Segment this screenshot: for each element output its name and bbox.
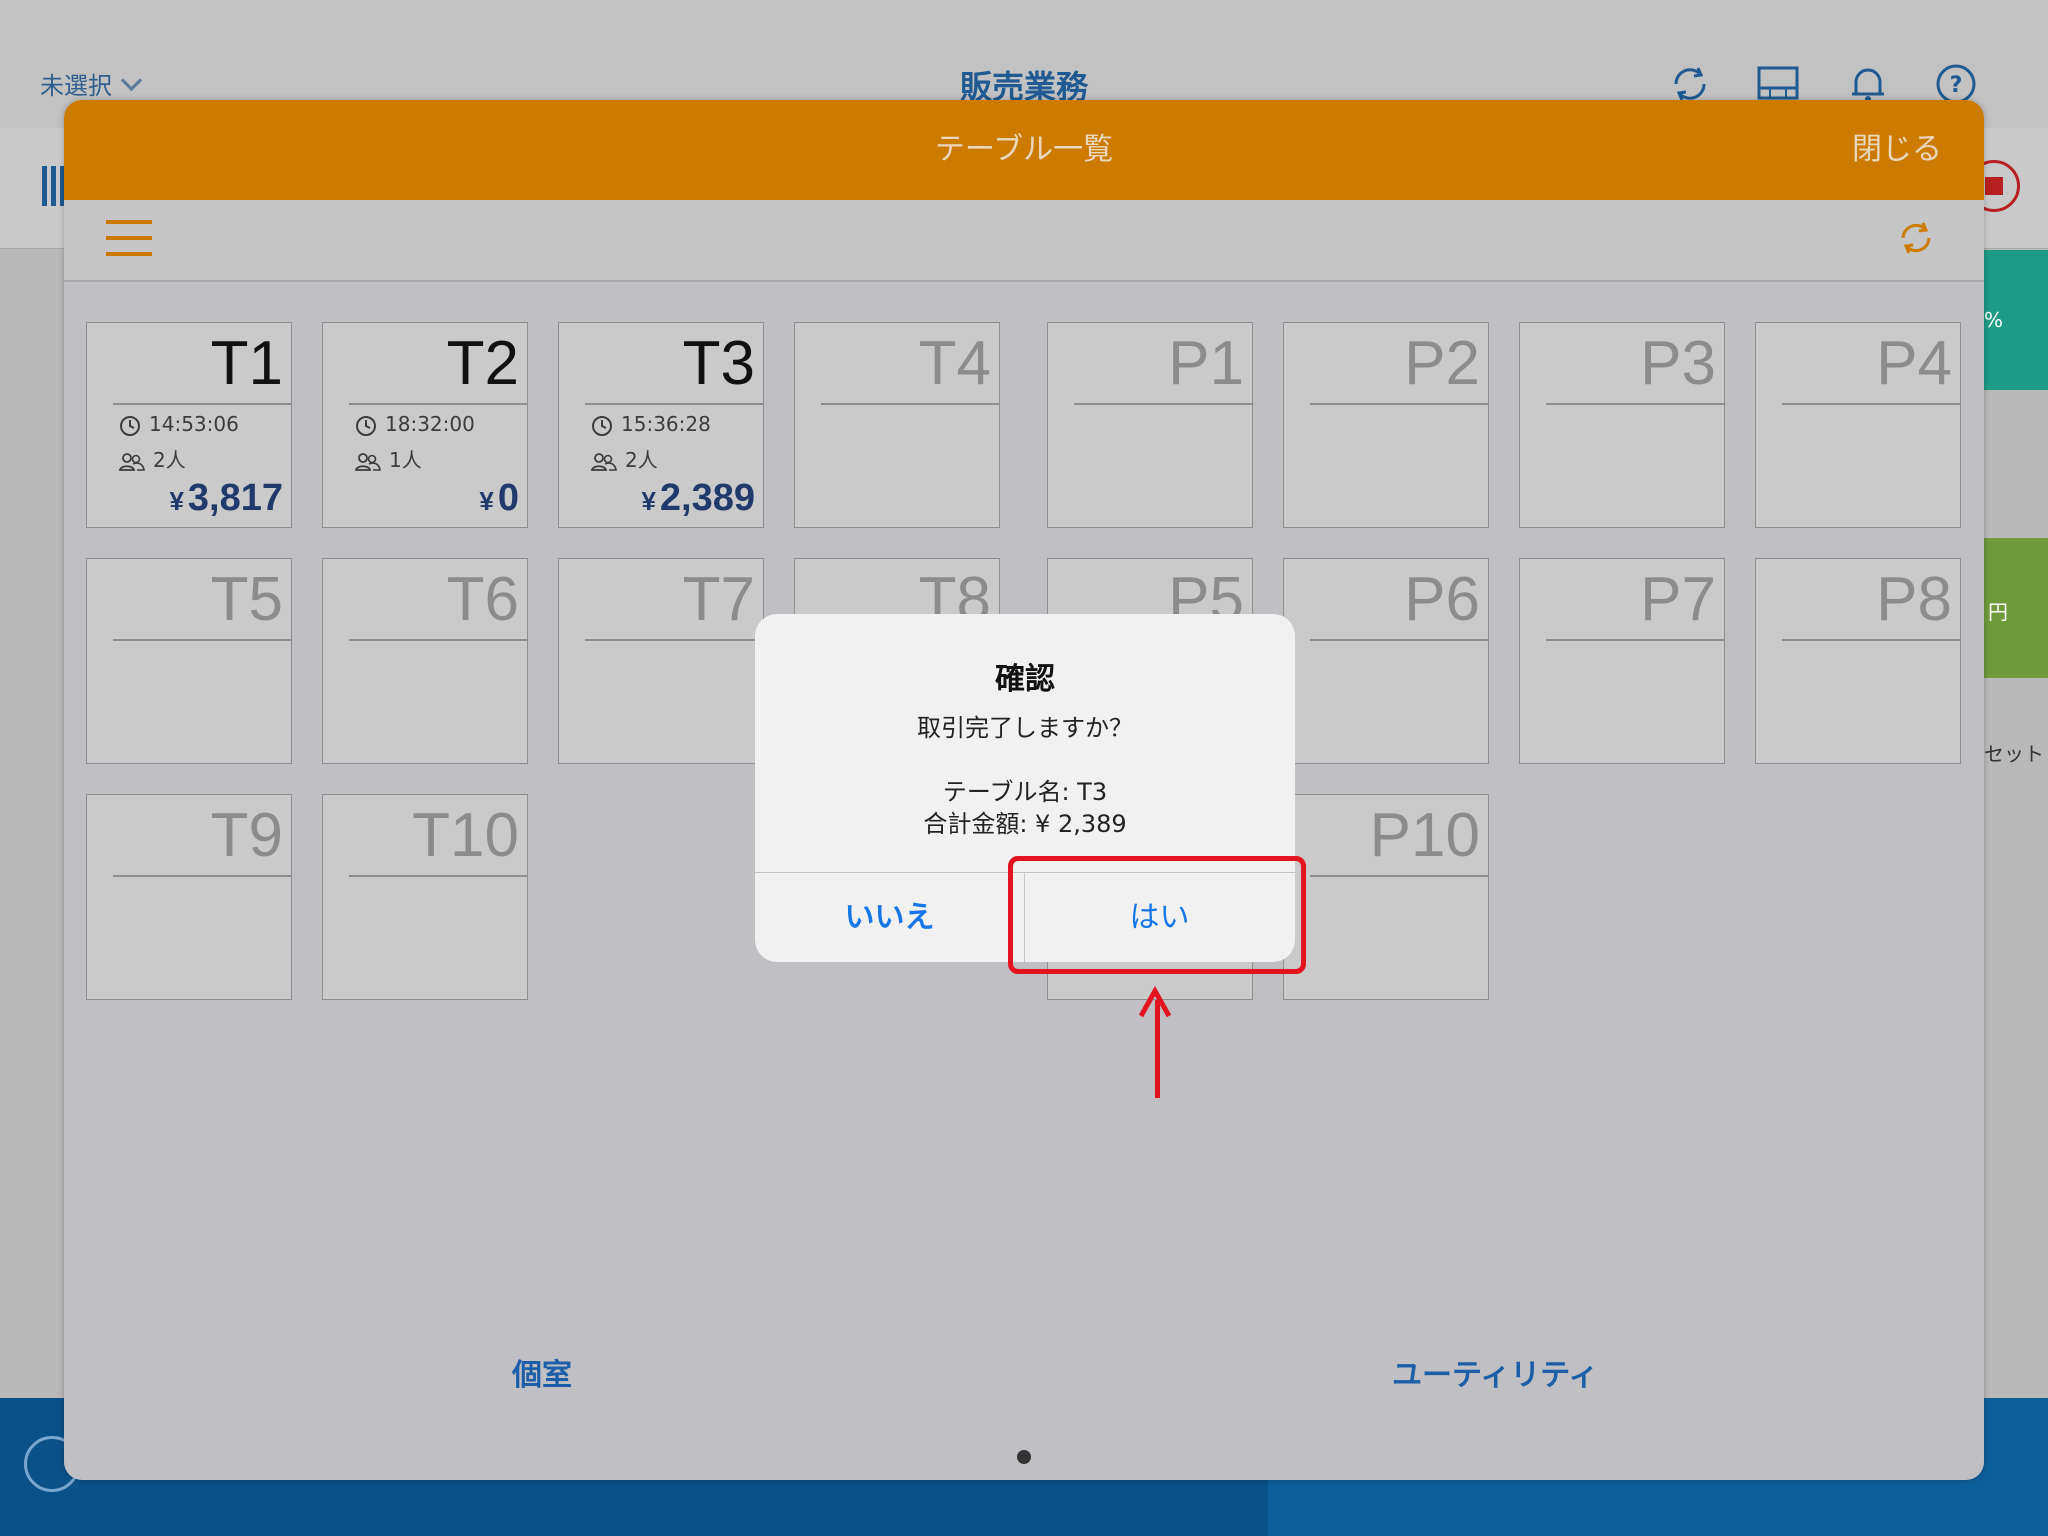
table-divider [349,875,527,877]
dialog-details: テーブル名: T3 合計金額: ¥ 2,389 [755,776,1295,840]
clock-icon [119,412,149,436]
people-icon [355,448,389,472]
page-indicator-dot [1017,1450,1031,1464]
table-tile-p4[interactable]: P4 [1755,322,1961,528]
table-divider [349,403,527,405]
table-name: T2 [446,329,519,398]
discount-percent-button[interactable]: % [1984,250,2048,390]
table-name: T6 [446,565,519,634]
table-time: 18:32:00 [355,412,475,437]
table-tile-t5[interactable]: T5 [86,558,292,764]
table-tile-t10[interactable]: T10 [322,794,528,1000]
table-divider [1310,403,1488,405]
table-amount: ¥0 [479,477,519,519]
modal-title: テーブル一覧 [934,132,1114,167]
people-icon [119,448,153,472]
table-tile-t2[interactable]: T2 18:32:00 1人 ¥0 [322,322,528,528]
table-name: T10 [412,801,519,870]
table-divider [1782,639,1960,641]
svg-text:?: ? [1950,73,1963,98]
table-name: T1 [210,329,283,398]
table-tile-p10[interactable]: P10 [1283,794,1489,1000]
table-tile-t7[interactable]: T7 [558,558,764,764]
table-name: P4 [1876,329,1952,398]
close-button[interactable]: 閉じる [1852,100,1942,200]
dialog-message: 取引完了しますか？ [917,714,1133,742]
table-tile-p7[interactable]: P7 [1519,558,1725,764]
table-tile-p1[interactable]: P1 [1047,322,1253,528]
table-name: P6 [1404,565,1480,634]
table-divider [585,639,763,641]
table-name: P2 [1404,329,1480,398]
menu-icon[interactable] [106,220,152,268]
table-people: 1人 [355,444,422,473]
discount-yen-label: 円 [1988,600,2008,624]
table-tile-t1[interactable]: T1 14:53:06 2人 ¥3,817 [86,322,292,528]
table-tile-t9[interactable]: T9 [86,794,292,1000]
private-room-button[interactable]: 個室 [512,1350,572,1394]
dialog-table-name: テーブル名: T3 [942,778,1108,806]
table-divider [1074,403,1252,405]
table-tile-t4[interactable]: T4 [794,322,1000,528]
table-divider [349,639,527,641]
people-icon [591,448,625,472]
table-divider [1782,403,1960,405]
dialog-total: 合計金額: ¥ 2,389 [923,810,1127,838]
table-people: 2人 [591,444,658,473]
table-tile-p6[interactable]: P6 [1283,558,1489,764]
table-divider [113,639,291,641]
table-tile-t6[interactable]: T6 [322,558,528,764]
table-name: P8 [1876,565,1952,634]
table-name: P3 [1640,329,1716,398]
table-name: P7 [1640,565,1716,634]
table-tile-p8[interactable]: P8 [1755,558,1961,764]
table-divider [1546,639,1724,641]
table-divider [1310,639,1488,641]
modal-toolbar [64,200,1984,282]
table-name: P10 [1369,801,1480,870]
table-divider [821,403,999,405]
utility-button[interactable]: ユーティリティ [1392,1350,1598,1394]
table-divider [585,403,763,405]
table-time: 15:36:28 [591,412,711,437]
refresh-icon[interactable] [1896,218,1936,258]
annotation-arrow-icon [1138,986,1172,1018]
table-divider [113,875,291,877]
set-button[interactable]: セット [1984,738,2044,767]
table-tile-t3[interactable]: T3 15:36:28 2人 ¥2,389 [558,322,764,528]
discount-yen-button[interactable]: 円 [1984,538,2048,678]
table-people: 2人 [119,444,186,473]
clock-icon [591,412,621,436]
table-time: 14:53:06 [119,412,239,437]
yes-highlight-box [1008,856,1306,974]
table-divider [113,403,291,405]
clock-icon [355,412,385,436]
table-tile-p2[interactable]: P2 [1283,322,1489,528]
table-divider [1310,875,1488,877]
table-tile-p3[interactable]: P3 [1519,322,1725,528]
no-button[interactable]: いいえ [755,873,1024,962]
table-name: T7 [682,565,755,634]
table-name: T5 [210,565,283,634]
table-name: T9 [210,801,283,870]
dialog-title: 確認 [995,662,1055,697]
table-name: T3 [682,329,755,398]
table-divider [1546,403,1724,405]
table-name: P1 [1168,329,1244,398]
table-amount: ¥2,389 [641,477,755,519]
table-name: T4 [918,329,991,398]
table-amount: ¥3,817 [169,477,283,519]
discount-percent-label: % [1984,308,2004,332]
